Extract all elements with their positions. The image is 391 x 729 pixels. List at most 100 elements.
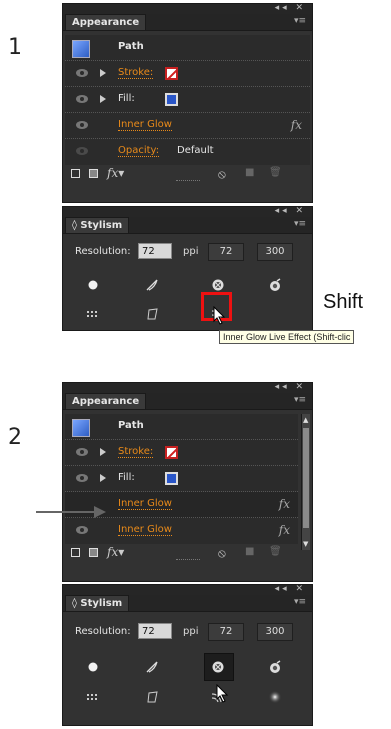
eye-icon[interactable] <box>76 448 88 456</box>
eye-icon[interactable] <box>76 526 88 534</box>
scrollbar[interactable]: ▲ ▼ <box>301 414 310 550</box>
drop-shadow-icon[interactable] <box>86 278 100 292</box>
row-path[interactable]: Path <box>65 414 298 440</box>
stroke-label[interactable]: Stroke: <box>118 67 154 79</box>
outer-glow-icon[interactable] <box>268 278 282 292</box>
effect-icons-row-2 <box>63 684 312 710</box>
row-fill[interactable]: Fill: <box>65 87 310 113</box>
stroke-label[interactable]: Stroke: <box>118 446 154 458</box>
tooltip: Inner Glow Live Effect (Shift-clic <box>219 330 355 344</box>
eye-icon[interactable] <box>76 95 88 103</box>
panel-menu-icon[interactable]: ▾≡ <box>294 219 306 229</box>
stylism-panel-1: ◂◂ ✕ ◊ Stylism ▾≡ Resolution: 72 ppi 72 … <box>62 206 313 331</box>
appearance-bottombar: fx▾ ⦸ ■ 🗑 <box>63 544 312 562</box>
row-stroke[interactable]: Stroke: <box>65 61 310 87</box>
round-corners-icon[interactable] <box>145 307 159 321</box>
feather-icon[interactable] <box>145 660 159 674</box>
panel-topbar: ◂◂ ✕ <box>63 382 312 393</box>
eye-icon[interactable] <box>76 69 88 77</box>
tab-appearance[interactable]: Appearance <box>65 14 147 30</box>
opacity-value: Default <box>177 145 214 156</box>
panel-topbar: ◂◂ ✕ <box>63 3 312 14</box>
outer-glow-icon[interactable] <box>268 660 282 674</box>
clear-icon[interactable]: ⦸ <box>218 167 226 182</box>
resolution-300-button[interactable]: 300 <box>257 243 293 261</box>
appearance-list: Path Stroke: Fill: Inner Glow fx Opacity… <box>65 35 310 165</box>
resolution-300-button[interactable]: 300 <box>257 623 293 641</box>
panel-tabbar: Appearance ▾≡ <box>63 393 312 410</box>
disclosure-triangle-icon[interactable] <box>100 69 106 77</box>
round-corners-icon[interactable] <box>145 690 159 704</box>
panel-menu-icon[interactable]: ▾≡ <box>294 597 306 607</box>
row-path[interactable]: Path <box>65 35 310 61</box>
fill-swatch[interactable] <box>165 472 178 485</box>
duplicate-icon[interactable]: ■ <box>245 167 254 178</box>
inner-glow-icon[interactable] <box>211 278 225 292</box>
panel-controls[interactable]: ◂◂ ✕ <box>275 382 306 392</box>
stroke-swatch[interactable] <box>165 67 178 80</box>
resolution-72-button[interactable]: 72 <box>208 243 244 261</box>
inner-glow-label[interactable]: Inner Glow <box>118 119 172 131</box>
scribble-icon[interactable] <box>86 307 100 321</box>
row-stroke[interactable]: Stroke: <box>65 440 298 466</box>
row-opacity[interactable]: Opacity: Default <box>65 139 310 165</box>
eye-icon[interactable] <box>76 474 88 482</box>
scroll-up-icon[interactable]: ▲ <box>303 416 308 424</box>
row-fill[interactable]: Fill: <box>65 466 298 492</box>
eye-icon[interactable] <box>76 121 88 129</box>
tab-stylism[interactable]: ◊ Stylism <box>65 595 130 611</box>
fx-icon[interactable]: fx <box>291 118 302 132</box>
panel-menu-icon[interactable]: ▾≡ <box>294 16 306 26</box>
shift-key-label: Shift <box>323 291 364 313</box>
disclosure-triangle-icon[interactable] <box>100 95 106 103</box>
panel-controls[interactable]: ◂◂ ✕ <box>275 206 306 216</box>
row-inner-glow[interactable]: Inner Glow fx <box>65 113 310 139</box>
resolution-input[interactable]: 72 <box>138 243 172 259</box>
fill-label[interactable]: Fill: <box>118 472 135 483</box>
panel-controls[interactable]: ◂◂ ✕ <box>275 3 306 13</box>
disclosure-triangle-icon[interactable] <box>100 448 106 456</box>
fill-swatch[interactable] <box>165 93 178 106</box>
resolution-label: Resolution: <box>75 626 131 637</box>
pointer-arrow-icon <box>94 506 106 518</box>
tab-appearance[interactable]: Appearance <box>65 393 147 409</box>
duplicate-icon[interactable]: ■ <box>245 546 254 557</box>
add-stroke-icon[interactable] <box>71 169 80 178</box>
fx-icon[interactable]: fx <box>279 497 290 511</box>
add-fill-icon[interactable] <box>89 169 98 178</box>
inner-glow-label[interactable]: Inner Glow <box>118 524 172 536</box>
drop-shadow-icon[interactable] <box>86 660 100 674</box>
feather-icon[interactable] <box>145 278 159 292</box>
path-label: Path <box>118 41 144 52</box>
stroke-swatch[interactable] <box>165 446 178 459</box>
fill-label[interactable]: Fill: <box>118 93 135 104</box>
inner-glow-label[interactable]: Inner Glow <box>118 498 172 510</box>
inner-glow-icon[interactable] <box>211 660 225 674</box>
step-2-label: 2 <box>8 425 22 450</box>
fx-menu-icon[interactable]: fx▾ <box>107 545 124 559</box>
effect-icons-row-2 <box>63 304 312 330</box>
fx-icon[interactable]: fx <box>279 523 290 537</box>
delete-icon[interactable]: 🗑 <box>269 546 282 557</box>
resize-grip[interactable] <box>175 559 200 562</box>
eye-icon[interactable] <box>76 147 88 155</box>
scribble-icon[interactable] <box>86 690 100 704</box>
clear-icon[interactable]: ⦸ <box>218 546 226 561</box>
resolution-input[interactable]: 72 <box>138 623 172 639</box>
resolution-row: Resolution: 72 ppi 72 300 <box>63 622 312 648</box>
resize-grip[interactable] <box>175 180 200 183</box>
add-fill-icon[interactable] <box>89 548 98 557</box>
resolution-72-button[interactable]: 72 <box>208 623 244 641</box>
panel-menu-icon[interactable]: ▾≡ <box>294 395 306 405</box>
scroll-thumb[interactable] <box>303 428 309 528</box>
row-inner-glow[interactable]: Inner Glow fx <box>65 518 298 544</box>
tab-stylism[interactable]: ◊ Stylism <box>65 217 130 233</box>
fx-menu-icon[interactable]: fx▾ <box>107 166 124 180</box>
delete-icon[interactable]: 🗑 <box>269 167 282 178</box>
glow-icon[interactable] <box>268 690 282 704</box>
disclosure-triangle-icon[interactable] <box>100 474 106 482</box>
opacity-label[interactable]: Opacity: <box>118 145 160 157</box>
add-stroke-icon[interactable] <box>71 548 80 557</box>
panel-tabbar: ◊ Stylism ▾≡ <box>63 595 312 612</box>
panel-controls[interactable]: ◂◂ ✕ <box>275 584 306 594</box>
